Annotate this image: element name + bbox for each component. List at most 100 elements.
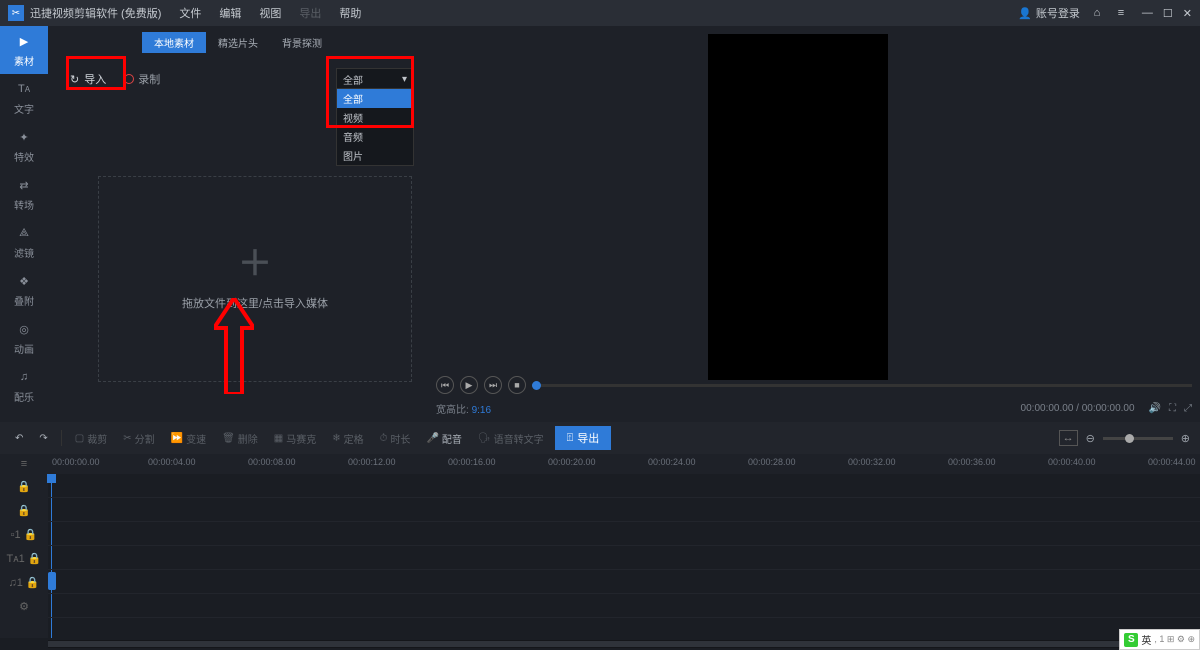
tab-bg[interactable]: 背景探测 bbox=[270, 32, 334, 53]
track-lock-icon[interactable]: 🔒 bbox=[0, 474, 48, 498]
timeline-hscrollbar[interactable] bbox=[48, 640, 1192, 648]
ruler-tick: 00:00:24.00 bbox=[648, 457, 696, 467]
tool-delete: 🗑 删除 bbox=[217, 428, 263, 449]
app-title: 迅捷视频剪辑软件 (免费版) bbox=[30, 5, 161, 21]
sidebar-item-text[interactable]: TA 文字 bbox=[0, 74, 48, 122]
prev-frame-button[interactable]: ⏮ bbox=[436, 376, 454, 394]
redo-button[interactable]: ↷ bbox=[34, 430, 52, 447]
transition-icon: ⇄ bbox=[14, 176, 34, 194]
media-tabs: 本地素材 精选片头 背景探测 bbox=[48, 26, 428, 52]
dropdown-option-all[interactable]: 全部 bbox=[337, 89, 413, 108]
tool-mosaic: ▦ 马赛克 bbox=[269, 428, 321, 449]
close-icon[interactable]: ✕ bbox=[1183, 7, 1192, 20]
track-settings-icon[interactable]: ⚙ bbox=[0, 594, 48, 618]
track-text-icon[interactable]: Tᴀ1 🔒 bbox=[0, 546, 48, 570]
track-lock2-icon[interactable]: 🔒 bbox=[0, 498, 48, 522]
ruler-tick: 00:00:16.00 bbox=[448, 457, 496, 467]
track-row[interactable] bbox=[48, 546, 1200, 570]
play-button[interactable]: ▶ bbox=[460, 376, 478, 394]
ime-indicator[interactable]: S 英 , 1 ⊞ ⚙ ⊕ bbox=[1119, 629, 1200, 650]
dropzone-hint: 拖放文件到这里/点击导入媒体 bbox=[182, 295, 328, 311]
app-logo-icon: ✂ bbox=[8, 5, 24, 21]
track-menu-icon[interactable]: ≡ bbox=[0, 454, 48, 474]
track-audio-icon[interactable]: ♫1 🔒 bbox=[0, 570, 48, 594]
snapshot-icon[interactable]: ⛶ bbox=[1169, 403, 1176, 414]
user-icon: 👤 bbox=[1018, 7, 1032, 20]
sidebar-item-overlay[interactable]: ❖ 叠附 bbox=[0, 266, 48, 314]
preview-canvas[interactable] bbox=[708, 34, 888, 380]
ruler-tick: 00:00:12.00 bbox=[348, 457, 396, 467]
login-label: 账号登录 bbox=[1036, 5, 1080, 21]
record-button[interactable]: 录制 bbox=[124, 71, 160, 87]
aspect-ratio-value[interactable]: 9:16 bbox=[472, 405, 491, 416]
timeline-toolbar: ↶ ↷ ▢ 裁剪 ✂ 分割 ⏩ 变速 🗑 删除 ▦ 马赛克 ❄ 定格 ⏱ 时长 … bbox=[0, 422, 1200, 454]
ruler-tick: 00:00:04.00 bbox=[148, 457, 196, 467]
track-row[interactable] bbox=[48, 522, 1200, 546]
sidebar-item-effects[interactable]: ✦ 特效 bbox=[0, 122, 48, 170]
tool-split: ✂ 分割 bbox=[118, 428, 159, 449]
media-filter-dropdown[interactable]: 全部 ▾ 全部 视频 音频 图片 bbox=[336, 68, 414, 91]
zoom-in-icon[interactable]: ⊕ bbox=[1181, 432, 1190, 445]
tab-local-media[interactable]: 本地素材 bbox=[142, 32, 206, 53]
dropdown-option-image[interactable]: 图片 bbox=[337, 146, 413, 165]
track-overlay-icon[interactable]: ▫1 🔒 bbox=[0, 522, 48, 546]
zoom-thumb[interactable] bbox=[1125, 434, 1134, 443]
track-row[interactable] bbox=[48, 498, 1200, 522]
minimize-icon[interactable]: — bbox=[1142, 7, 1153, 20]
tool-voiceover[interactable]: 🎤 配音 bbox=[421, 428, 466, 449]
export-button[interactable]: ⍐ 导出 bbox=[555, 426, 612, 450]
menu-file[interactable]: 文件 bbox=[179, 5, 201, 21]
music-icon: ♫ bbox=[14, 368, 34, 386]
menu-edit[interactable]: 编辑 bbox=[219, 5, 241, 21]
progress-thumb[interactable] bbox=[532, 381, 541, 390]
next-frame-button[interactable]: ⏭ bbox=[484, 376, 502, 394]
fullscreen-icon[interactable]: ⤢ bbox=[1184, 403, 1192, 414]
playback-controls: ⏮ ▶ ⏭ ■ bbox=[436, 376, 1192, 394]
scrollbar-thumb[interactable] bbox=[48, 641, 1169, 647]
filter-icon: ⟁ bbox=[14, 224, 34, 242]
undo-button[interactable]: ↶ bbox=[10, 430, 28, 447]
home-icon[interactable]: ⌂ bbox=[1090, 6, 1104, 20]
sidebar-item-media[interactable]: ▶ 素材 bbox=[0, 26, 48, 74]
fit-icon[interactable]: ↔ bbox=[1059, 430, 1078, 446]
ruler-tick: 00:00:44.00 bbox=[1148, 457, 1196, 467]
media-dropzone[interactable]: ＋ 拖放文件到这里/点击导入媒体 bbox=[98, 176, 412, 382]
record-label: 录制 bbox=[138, 71, 160, 87]
track-row[interactable] bbox=[48, 570, 1200, 594]
preview-progress[interactable] bbox=[532, 384, 1192, 387]
sidebar-item-music[interactable]: ♫ 配乐 bbox=[0, 362, 48, 410]
tracks-area[interactable] bbox=[48, 474, 1200, 638]
volume-icon[interactable]: 🔊 bbox=[1149, 403, 1161, 414]
sidebar-item-filter[interactable]: ⟁ 滤镜 bbox=[0, 218, 48, 266]
menu-view[interactable]: 视图 bbox=[259, 5, 281, 21]
tool-crop: ▢ 裁剪 bbox=[70, 428, 112, 449]
hamburger-icon[interactable]: ≡ bbox=[1114, 6, 1128, 20]
text-icon: TA bbox=[14, 80, 34, 98]
dropdown-selected: 全部 bbox=[343, 72, 363, 87]
menu-export: 导出 bbox=[299, 5, 321, 21]
tool-freeze: ❄ 定格 bbox=[327, 428, 368, 449]
time-ruler[interactable]: 00:00:00.00 00:00:04.00 00:00:08.00 00:0… bbox=[48, 454, 1200, 474]
import-button[interactable]: ↻ 导入 bbox=[62, 67, 114, 91]
ime-lang: 英 bbox=[1141, 632, 1151, 647]
tab-intros[interactable]: 精选片头 bbox=[206, 32, 270, 53]
sidebar-item-animation[interactable]: ◎ 动画 bbox=[0, 314, 48, 362]
clip-segment[interactable] bbox=[48, 572, 56, 590]
login-button[interactable]: 👤 账号登录 bbox=[1018, 5, 1080, 21]
plus-icon: ＋ bbox=[238, 247, 272, 281]
tool-duration: ⏱ 时长 bbox=[375, 428, 416, 449]
zoom-out-icon[interactable]: ⊖ bbox=[1086, 432, 1095, 445]
ruler-tick: 00:00:00.00 bbox=[52, 457, 100, 467]
media-panel: 本地素材 精选片头 背景探测 ↻ 导入 录制 全部 ▾ 全部 视频 音频 图片 … bbox=[48, 26, 428, 422]
dropdown-option-audio[interactable]: 音频 bbox=[337, 127, 413, 146]
zoom-slider[interactable] bbox=[1103, 437, 1173, 440]
ruler-tick: 00:00:40.00 bbox=[1048, 457, 1096, 467]
sidebar-item-transition[interactable]: ⇄ 转场 bbox=[0, 170, 48, 218]
dropdown-option-video[interactable]: 视频 bbox=[337, 108, 413, 127]
maximize-icon[interactable]: ☐ bbox=[1163, 7, 1173, 20]
stop-button[interactable]: ■ bbox=[508, 376, 526, 394]
track-headers: ≡ 🔒 🔒 ▫1 🔒 Tᴀ1 🔒 ♫1 🔒 ⚙ bbox=[0, 454, 48, 638]
track-row[interactable] bbox=[48, 474, 1200, 498]
track-row[interactable] bbox=[48, 594, 1200, 618]
menu-help[interactable]: 帮助 bbox=[339, 5, 361, 21]
